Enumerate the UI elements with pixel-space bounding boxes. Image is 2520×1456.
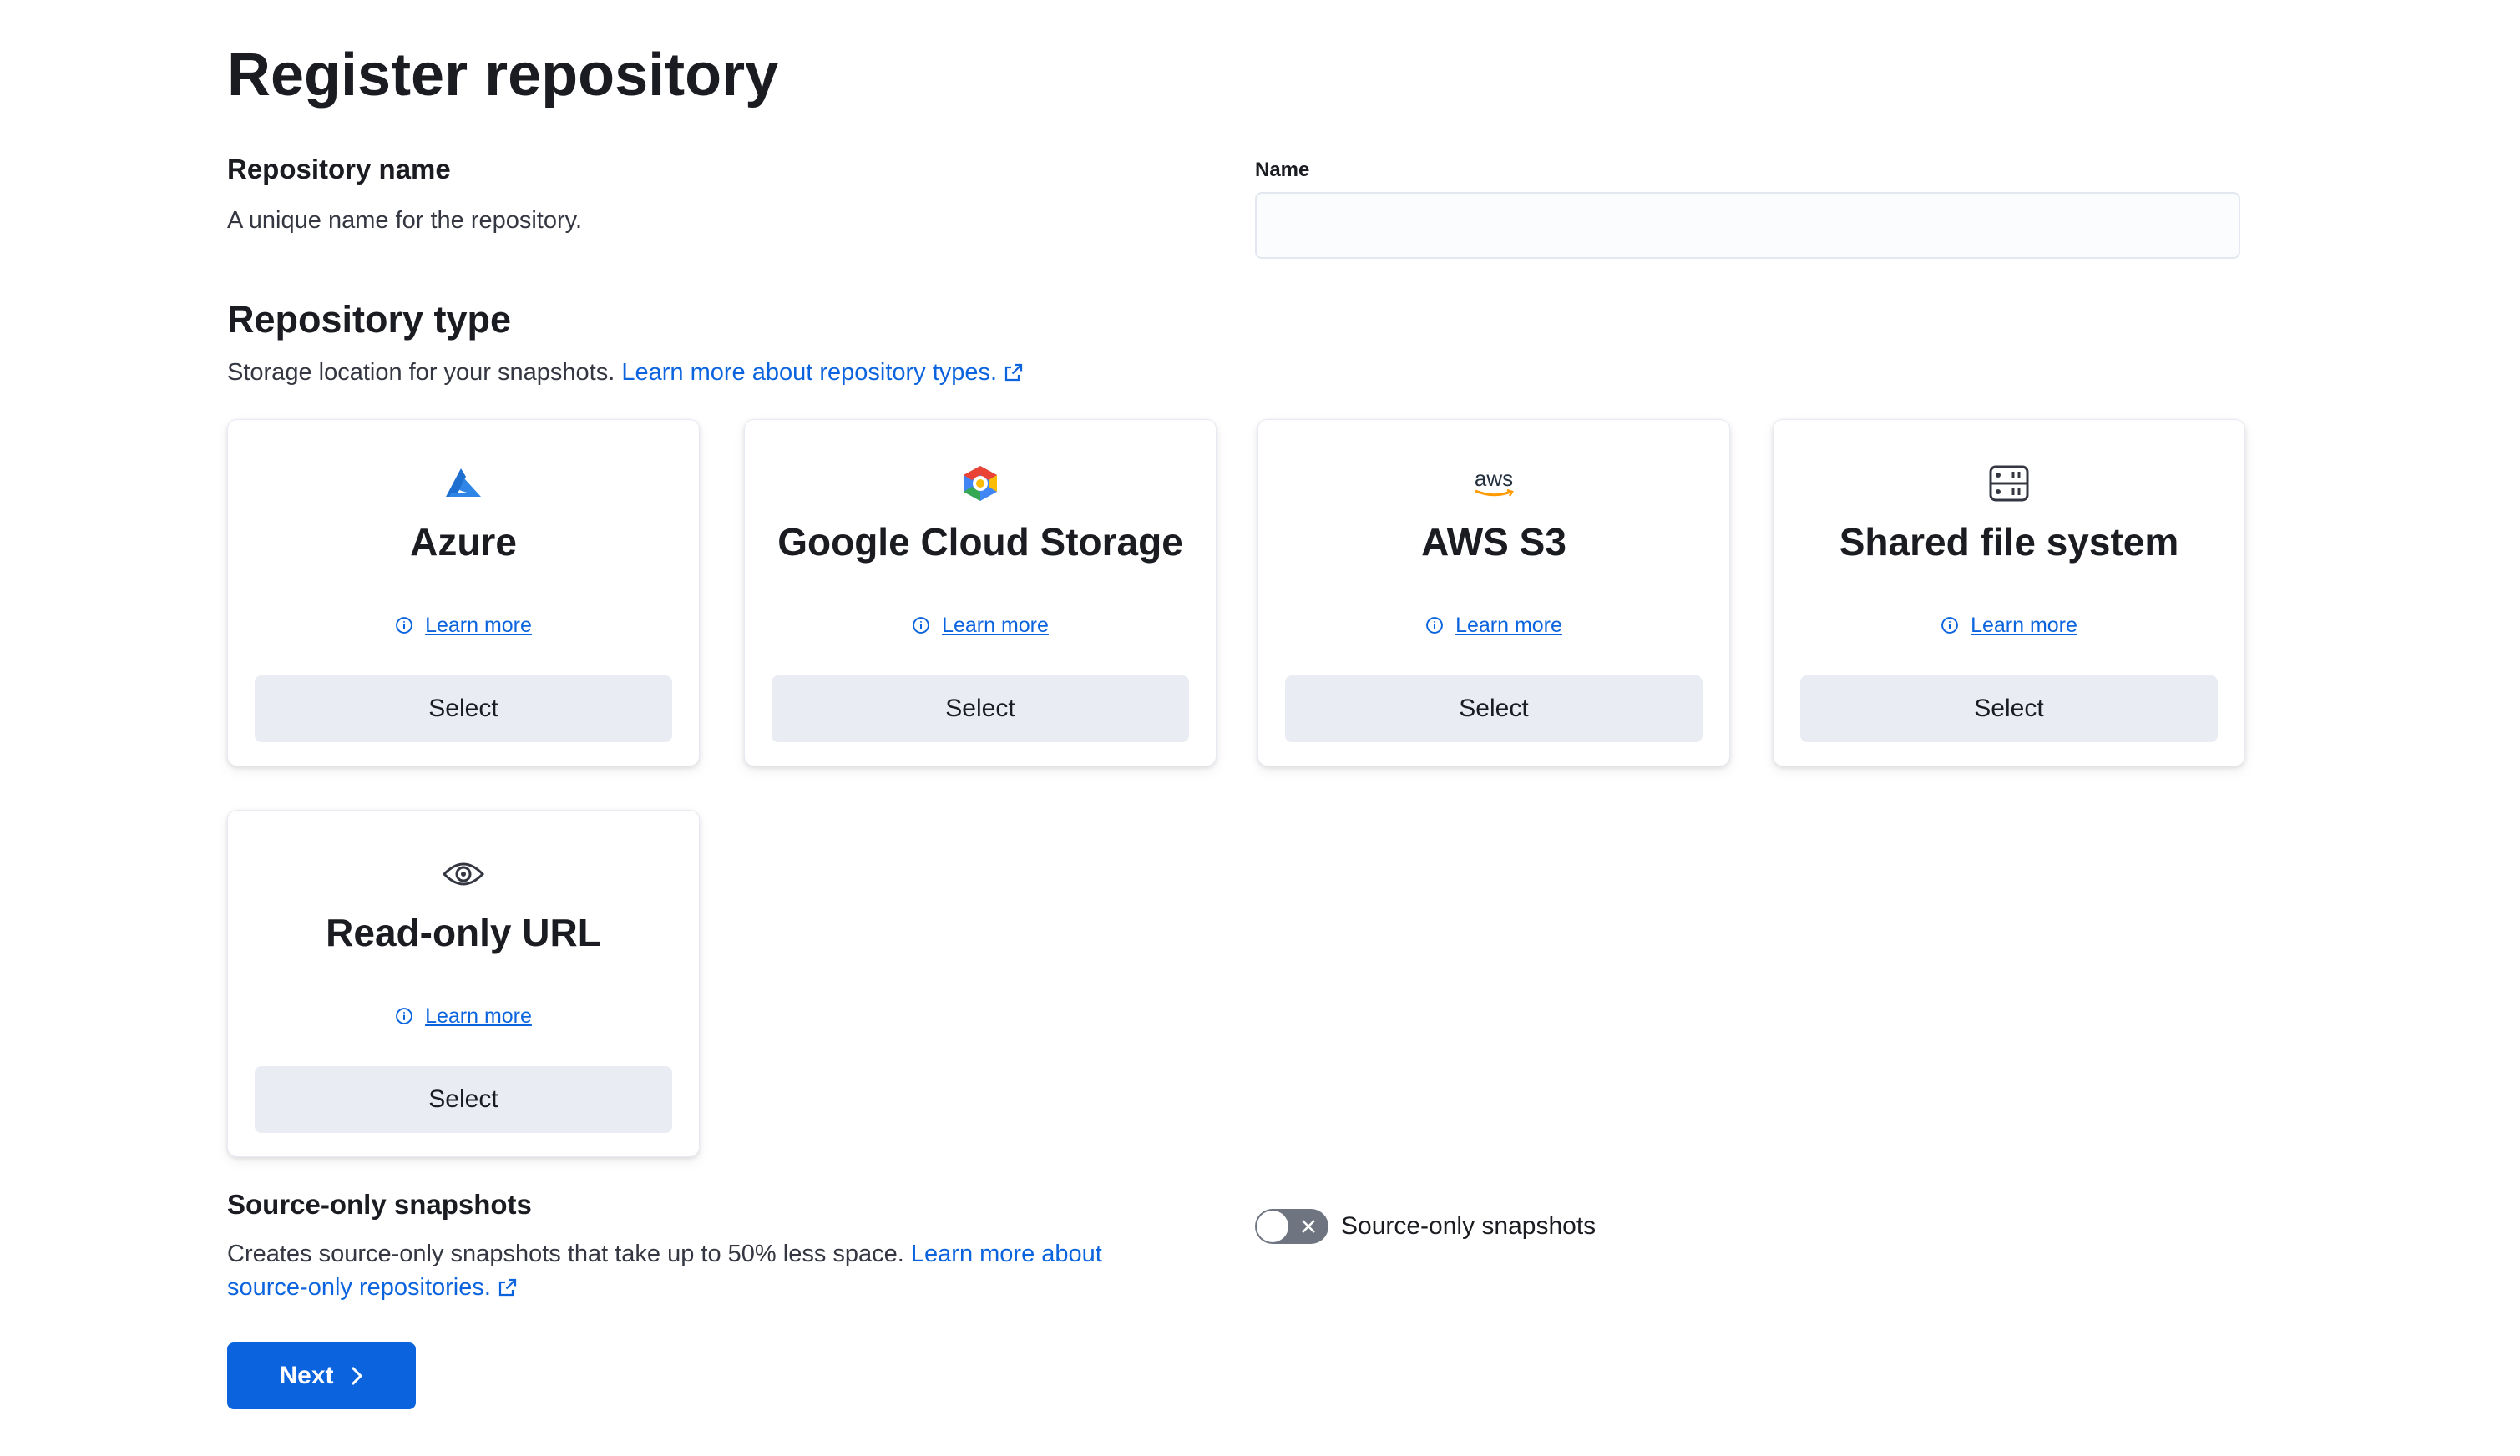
learn-more-text: Learn more bbox=[425, 614, 532, 637]
card-title: Read-only URL bbox=[326, 911, 601, 954]
select-button[interactable]: Select bbox=[1800, 675, 2218, 742]
close-icon bbox=[1302, 1220, 1315, 1233]
learn-more-link[interactable]: Learn more bbox=[1774, 610, 2244, 640]
card-title: Google Cloud Storage bbox=[777, 520, 1183, 564]
repository-name-input[interactable] bbox=[1255, 192, 2240, 259]
card-title: Azure bbox=[410, 520, 517, 564]
learn-more-text: Learn more bbox=[1455, 614, 1562, 637]
storage-icon bbox=[1986, 460, 2032, 507]
card-title: Shared file system bbox=[1839, 520, 2179, 564]
aws-icon: aws bbox=[1470, 460, 1517, 507]
learn-more-link[interactable]: Learn more bbox=[1258, 610, 1729, 640]
learn-more-link[interactable]: Learn more bbox=[228, 610, 699, 640]
google-cloud-icon bbox=[957, 460, 1004, 507]
repository-type-description-text: Storage location for your snapshots. bbox=[227, 359, 615, 386]
toggle-knob bbox=[1257, 1211, 1288, 1242]
repository-card-azure: Azure Learn more Select bbox=[227, 419, 700, 766]
repository-type-heading: Repository type bbox=[227, 298, 512, 341]
learn-more-text: Learn more bbox=[942, 614, 1049, 637]
learn-more-text: Learn more bbox=[1971, 614, 2077, 637]
name-field-label: Name bbox=[1255, 159, 1310, 181]
chevron-right-icon bbox=[351, 1366, 362, 1386]
select-button[interactable]: Select bbox=[1285, 675, 1703, 742]
learn-more-text: Learn more bbox=[425, 1004, 532, 1028]
source-only-toggle[interactable] bbox=[1255, 1209, 1328, 1244]
repository-types-link[interactable]: Learn more about repository types. bbox=[621, 359, 1024, 386]
info-icon bbox=[396, 617, 412, 634]
select-button[interactable]: Select bbox=[255, 675, 672, 742]
repository-card-read-only-url: Read-only URL Learn more Select bbox=[227, 810, 700, 1157]
aws-logo-text: aws bbox=[1474, 466, 1514, 491]
page-title: Register repository bbox=[227, 42, 779, 109]
external-link-icon bbox=[1004, 363, 1023, 382]
source-only-description-text: Creates source-only snapshots that take … bbox=[227, 1241, 904, 1267]
source-only-link-line2: source-only repositories. bbox=[227, 1274, 491, 1301]
info-icon bbox=[1941, 617, 1958, 634]
repository-type-description: Storage location for your snapshots. Lea… bbox=[227, 356, 1024, 389]
repository-card-gcs: Google Cloud Storage Learn more Select bbox=[744, 419, 1217, 766]
learn-more-link[interactable]: Learn more bbox=[228, 1001, 699, 1031]
repository-card-aws-s3: aws AWS S3 Learn more Select bbox=[1257, 419, 1730, 766]
azure-icon bbox=[440, 460, 487, 507]
card-title: AWS S3 bbox=[1421, 520, 1566, 564]
source-only-description: Creates source-only snapshots that take … bbox=[227, 1237, 1196, 1304]
source-only-link-line1: Learn more about bbox=[910, 1241, 1102, 1267]
repository-types-link-text: Learn more about repository types. bbox=[621, 359, 998, 386]
info-icon bbox=[913, 617, 929, 634]
repository-card-shared-file-system: Shared file system Learn more Select bbox=[1773, 419, 2245, 766]
source-only-toggle-label: Source-only snapshots bbox=[1341, 1212, 1597, 1240]
next-button[interactable]: Next bbox=[227, 1342, 416, 1409]
info-icon bbox=[1426, 617, 1443, 634]
info-icon bbox=[396, 1008, 412, 1024]
repository-name-description: A unique name for the repository. bbox=[227, 207, 583, 234]
select-button[interactable]: Select bbox=[772, 675, 1189, 742]
learn-more-link[interactable]: Learn more bbox=[745, 610, 1216, 640]
source-only-heading: Source-only snapshots bbox=[227, 1189, 532, 1220]
repository-name-heading: Repository name bbox=[227, 154, 451, 185]
select-button[interactable]: Select bbox=[255, 1066, 672, 1133]
eye-icon bbox=[440, 851, 487, 897]
next-button-label: Next bbox=[279, 1362, 334, 1389]
external-link-icon bbox=[498, 1278, 517, 1297]
